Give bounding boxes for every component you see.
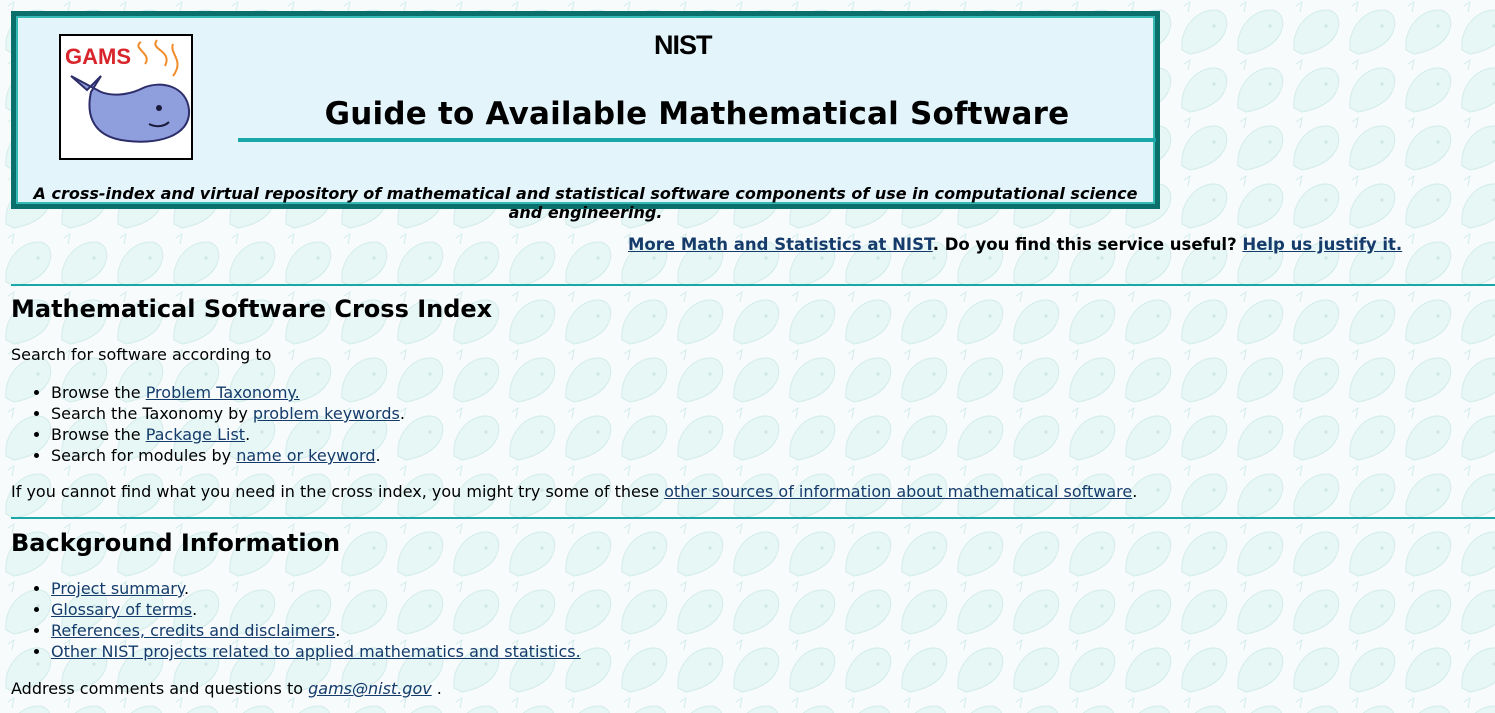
other-sources-link[interactable]: other sources of information about mathe…: [664, 482, 1132, 501]
item-suffix: .: [335, 621, 341, 640]
item-suffix: .: [184, 579, 190, 598]
search-intro: Search for software according to: [11, 345, 272, 364]
list-item: Search for modules by name or keyword.: [51, 445, 405, 466]
item-text: Search for modules by: [51, 446, 237, 465]
item-text: Search the Taxonomy by: [51, 404, 253, 423]
list-item: Glossary of terms.: [51, 599, 581, 620]
question-text: Do you find this service useful?: [938, 235, 1243, 254]
item-suffix: .: [192, 600, 198, 619]
list-item: Browse the Package List.: [51, 424, 405, 445]
item-suffix: .: [245, 425, 251, 444]
address-text: Address comments and questions to: [11, 679, 309, 698]
project-summary-link[interactable]: Project summary: [51, 579, 184, 598]
other-sources-suffix: .: [1132, 482, 1138, 501]
divider: [11, 517, 1495, 519]
whale-logo-icon: GAMS: [65, 39, 191, 143]
item-text: Browse the: [51, 383, 146, 402]
other-nist-projects-link[interactable]: Other NIST projects related to applied m…: [51, 642, 581, 661]
divider: [11, 284, 1495, 286]
references-link[interactable]: References, credits and disclaimers: [51, 621, 335, 640]
page-title: Guide to Available Mathematical Software: [324, 96, 1070, 132]
problem-keywords-link[interactable]: problem keywords: [253, 404, 400, 423]
gams-logo[interactable]: GAMS: [59, 34, 193, 160]
title-underline: [238, 138, 1156, 142]
header-banner: GAMS NIST Guide to Available Mathematica…: [11, 11, 1160, 222]
address-paragraph: Address comments and questions to gams@n…: [11, 679, 442, 698]
problem-taxonomy-link[interactable]: Problem Taxonomy.: [146, 383, 300, 402]
nist-logo[interactable]: NIST: [654, 30, 734, 58]
help-justify-link[interactable]: Help us justify it.: [1242, 235, 1402, 254]
email-link[interactable]: gams@nist.gov: [308, 679, 432, 698]
background-list: Project summary. Glossary of terms. Refe…: [11, 578, 581, 662]
package-list-link[interactable]: Package List: [146, 425, 245, 444]
logo-text: GAMS: [65, 44, 131, 69]
name-or-keyword-link[interactable]: name or keyword: [236, 446, 375, 465]
address-suffix: .: [431, 679, 442, 698]
glossary-link[interactable]: Glossary of terms: [51, 600, 192, 619]
item-suffix: .: [399, 404, 405, 423]
cross-index-heading: Mathematical Software Cross Index: [11, 295, 493, 323]
other-sources-text: If you cannot find what you need in the …: [11, 482, 665, 501]
item-suffix: .: [375, 446, 381, 465]
top-links: More Math and Statistics at NIST. Do you…: [628, 235, 1402, 254]
nist-logo-text: NIST: [654, 30, 713, 58]
page-tagline: A cross-index and virtual repository of …: [33, 184, 1138, 222]
list-item: Other NIST projects related to applied m…: [51, 641, 581, 662]
search-options-list: Browse the Problem Taxonomy. Search the …: [11, 382, 405, 466]
list-item: Search the Taxonomy by problem keywords.: [51, 403, 405, 424]
list-item: Project summary.: [51, 578, 581, 599]
list-item: Browse the Problem Taxonomy.: [51, 382, 405, 403]
item-text: Browse the: [51, 425, 146, 444]
list-item: References, credits and disclaimers.: [51, 620, 581, 641]
other-sources-paragraph: If you cannot find what you need in the …: [11, 482, 1137, 501]
more-math-link[interactable]: More Math and Statistics at NIST: [628, 235, 933, 254]
background-heading: Background Information: [11, 529, 341, 557]
